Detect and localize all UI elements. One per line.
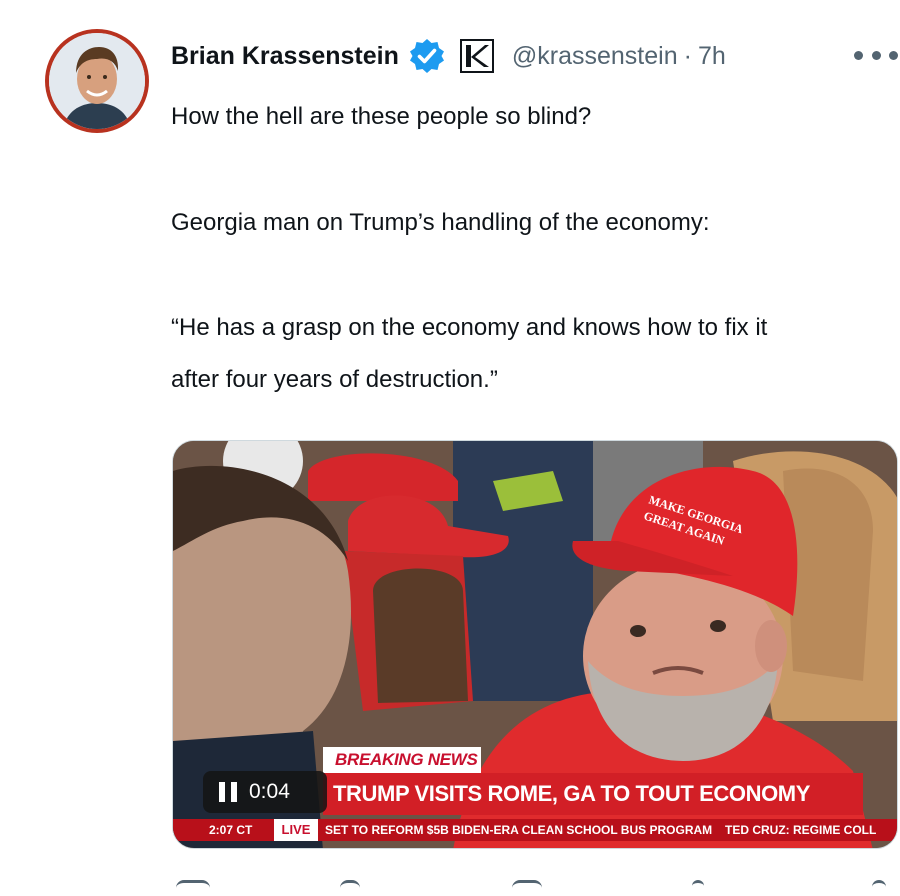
author-handle[interactable]: @krassenstein [512, 42, 678, 71]
tweet-text-line-1: How the hell are these people so blind? [171, 103, 592, 130]
ticker-text: SET TO REFORM $5B BIDEN-ERA CLEAN SCHOOL… [325, 823, 713, 837]
more-dot [871, 50, 881, 60]
ticker-time: 2:07 CT [209, 823, 253, 837]
avatar-photo [49, 33, 145, 129]
tweet-text-line-2: Georgia man on Trump’s handling of the e… [171, 209, 710, 236]
author-name[interactable]: Brian Krassenstein [171, 42, 399, 71]
news-headline: TRUMP VISITS ROME, GA TO TOUT ECONOMY [333, 781, 810, 806]
pause-icon[interactable] [219, 782, 237, 802]
video-elapsed-time: 0:04 [249, 780, 290, 803]
profile-avatar[interactable] [45, 29, 149, 133]
views-icon[interactable] [692, 880, 704, 896]
more-dot [854, 50, 863, 60]
live-badge: LIVE [274, 819, 318, 841]
video-player[interactable]: MAKE GEORGIA GREAT AGAIN BREAKING NEWS T… [172, 440, 898, 849]
k-logo-icon[interactable] [459, 39, 494, 73]
more-dot [889, 50, 898, 60]
verified-badge-icon[interactable] [408, 37, 446, 75]
repost-icon[interactable] [340, 880, 360, 896]
more-options-icon[interactable] [854, 40, 898, 70]
tweet-text-line-3: “He has a grasp on the economy and knows… [171, 314, 768, 341]
separator-dot: · [683, 41, 692, 70]
action-bar [172, 880, 898, 893]
playback-control[interactable]: 0:04 [203, 771, 327, 813]
like-icon[interactable] [512, 880, 542, 896]
share-icon[interactable] [872, 880, 886, 896]
post-time[interactable]: 7h [698, 42, 726, 71]
breaking-news-label: BREAKING NEWS [323, 747, 481, 773]
tweet-header: Brian Krassenstein @krassenstein · 7h [171, 36, 726, 76]
tweet-text-line-4: after four years of destruction.” [171, 366, 498, 393]
ticker-text-2: TED CRUZ: REGIME COLL [725, 823, 877, 837]
reply-icon[interactable] [176, 880, 210, 896]
